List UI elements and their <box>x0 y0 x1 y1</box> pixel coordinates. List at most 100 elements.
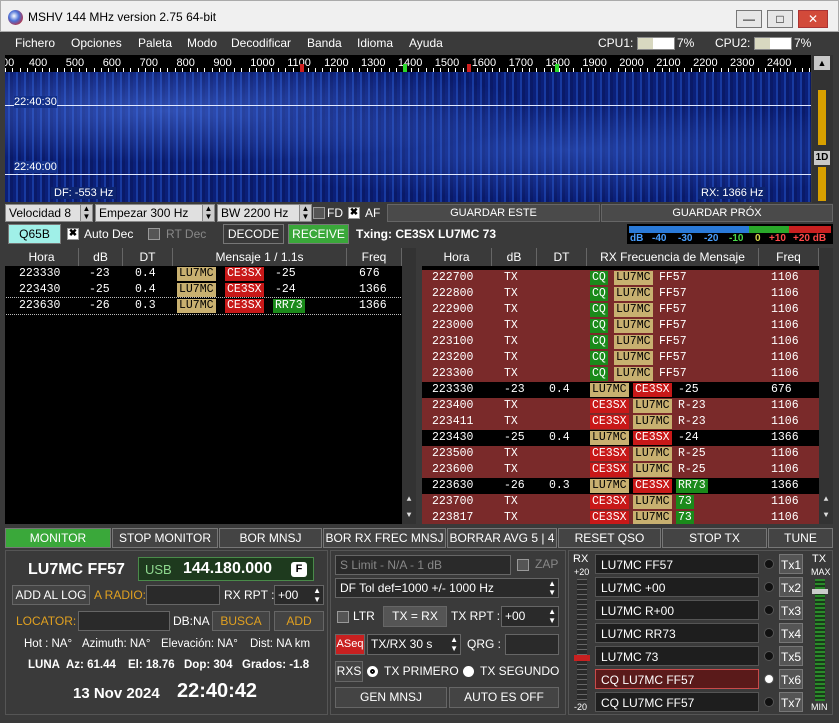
bw-spinner[interactable]: BW 2200 Hz ▲ ▼ <box>217 204 312 222</box>
tx-button-6[interactable]: Tx6 <box>779 669 803 689</box>
rx-frequency-table[interactable]: Hora dB DT RX Frecuencia de Mensaje Freq… <box>422 248 833 524</box>
tx-button-4[interactable]: Tx4 <box>779 623 803 643</box>
col-freq[interactable]: Freq <box>347 248 402 266</box>
table-row[interactable]: 223300 TX CQ LU7MC FF57 1106 <box>422 366 819 382</box>
left-table-scrollbar[interactable]: ▲ ▼ <box>402 248 416 524</box>
txrx-period-spinner[interactable]: TX/RX 30 s ▲ ▼ <box>367 634 461 655</box>
ltr-checkbox[interactable] <box>337 611 349 623</box>
col-db[interactable]: dB <box>492 248 537 266</box>
tx-segundo-radio[interactable] <box>463 666 474 677</box>
af-checkbox[interactable]: ✖ <box>348 207 360 219</box>
tx-button-3[interactable]: Tx3 <box>779 600 803 620</box>
menu-opciones[interactable]: Opciones <box>71 36 122 50</box>
scroll-up-icon[interactable]: ▲ <box>820 494 832 506</box>
tx-message-field[interactable]: LU7MC R+00 <box>595 600 759 620</box>
reset-qso-button[interactable]: RESET QSO <box>558 528 661 548</box>
menu-modo[interactable]: Modo <box>187 36 217 50</box>
tx-message-field[interactable]: LU7MC RR73 <box>595 623 759 643</box>
tx-button-7[interactable]: Tx7 <box>779 692 803 712</box>
add-log-button[interactable]: ADD AL LOG <box>12 585 90 605</box>
table-row[interactable]: 223411 TX CE3SX LU7MC R-23 1106 <box>422 414 819 430</box>
col-hora[interactable]: Hora <box>422 248 492 266</box>
tx-message-field[interactable]: CQ LU7MC FF57 <box>595 692 759 712</box>
waterfall-display[interactable]: 22:40:30 22:40:00 DF: -553 Hz RX: 1366 H… <box>5 72 811 202</box>
guardar-prox-button[interactable]: GUARDAR PRÓX <box>601 204 833 222</box>
tx-select-radio[interactable] <box>764 651 774 661</box>
col-hora[interactable]: Hora <box>5 248 79 266</box>
tx-level-slider[interactable] <box>812 589 828 594</box>
level-bar[interactable] <box>818 167 826 201</box>
scroll-down-icon[interactable]: ▼ <box>403 510 415 522</box>
menu-decodificar[interactable]: Decodificar <box>231 36 291 50</box>
locator-field[interactable] <box>78 611 170 631</box>
table-row[interactable]: 223330 -23 0.4 LU7MC CE3SX -25 676 <box>422 382 819 398</box>
tx-select-radio[interactable] <box>764 674 774 684</box>
spinner-arrows-icon[interactable]: ▲ ▼ <box>299 205 311 221</box>
gen-mnsj-button[interactable]: GEN MNSJ <box>335 687 447 708</box>
tx-message-field[interactable]: LU7MC +00 <box>595 577 759 597</box>
menu-idioma[interactable]: Idioma <box>357 36 393 50</box>
empezar-spinner[interactable]: Empezar 300 Hz ▲ ▼ <box>95 204 215 222</box>
table-row[interactable]: 223630 -26 0.3 LU7MC CE3SX RR73 1366 <box>422 478 819 494</box>
table-row[interactable]: 223430 -25 0.4 LU7MC CE3SX -24 1366 <box>422 430 819 446</box>
spinner-arrows-icon[interactable]: ▲ ▼ <box>548 607 556 625</box>
tune-button[interactable]: TUNE <box>768 528 833 548</box>
scroll-down-icon[interactable]: ▼ <box>820 510 832 522</box>
rx-level-marker[interactable] <box>574 655 590 661</box>
col-mensaje[interactable]: Mensaje 1 / 1.1s <box>173 248 347 266</box>
receive-button[interactable]: RECEIVE <box>288 224 349 244</box>
table-row[interactable]: 223000 TX CQ LU7MC FF57 1106 <box>422 318 819 334</box>
col-dt[interactable]: DT <box>537 248 587 266</box>
fd-checkbox[interactable] <box>313 207 325 219</box>
rxs-button[interactable]: RXS <box>335 661 363 682</box>
maximize-button[interactable]: □ <box>767 10 793 28</box>
tx-message-field[interactable]: LU7MC 73 <box>595 646 759 666</box>
tx-select-radio[interactable] <box>764 605 774 615</box>
table-row[interactable]: 223600 TX CE3SX LU7MC R-25 1106 <box>422 462 819 478</box>
table-row[interactable]: 223500 TX CE3SX LU7MC R-25 1106 <box>422 446 819 462</box>
auto-dec-checkbox[interactable]: ✖ <box>67 228 79 240</box>
velocidad-spinner[interactable]: Velocidad 8 ▲ ▼ <box>5 204 93 222</box>
tx-select-radio[interactable] <box>764 582 774 592</box>
zap-checkbox[interactable] <box>517 559 529 571</box>
auto-es-off-button[interactable]: AUTO ES OFF <box>449 687 559 708</box>
table-row[interactable]: 223400 TX CE3SX LU7MC R-23 1106 <box>422 398 819 414</box>
stop-tx-button[interactable]: STOP TX <box>662 528 767 548</box>
table-row[interactable]: 223330 -23 0.4 LU7MC CE3SX -25 676 <box>5 266 402 282</box>
col-mensaje[interactable]: RX Frecuencia de Mensaje <box>587 248 759 266</box>
add-button[interactable]: ADD <box>274 611 324 631</box>
frequency-ruler[interactable]: 00 400 500 600 700 800 900 1000 1100 1200 1300 1400… <box>5 55 811 72</box>
qrg-field[interactable] <box>505 634 559 655</box>
tx-select-radio[interactable] <box>764 697 774 707</box>
mode-1d-icon[interactable]: 1D <box>814 151 830 165</box>
table-row[interactable]: 223430 -25 0.4 LU7MC CE3SX -24 1366 <box>5 282 402 298</box>
waterfall-side-controls[interactable]: ▲ 1D <box>812 55 833 203</box>
a-radio-field[interactable] <box>146 585 220 605</box>
table-row[interactable]: 222700 TX CQ LU7MC FF57 1106 <box>422 270 819 286</box>
tx-select-radio[interactable] <box>764 559 774 569</box>
level-bar[interactable] <box>818 90 826 145</box>
table-row[interactable]: 223700 TX CE3SX LU7MC 73 1106 <box>422 494 819 510</box>
col-dt[interactable]: DT <box>123 248 173 266</box>
menu-banda[interactable]: Banda <box>307 36 342 50</box>
tx-button-5[interactable]: Tx5 <box>779 646 803 666</box>
minimize-button[interactable]: — <box>736 10 762 28</box>
tx-button-1[interactable]: Tx1 <box>779 554 803 574</box>
guardar-este-button[interactable]: GUARDAR ESTE <box>387 204 600 222</box>
table-row[interactable]: 222900 TX CQ LU7MC FF57 1106 <box>422 302 819 318</box>
band-activity-table[interactable]: Hora dB DT Mensaje 1 / 1.1s Freq 223330 -… <box>5 248 416 524</box>
s-limit-spinner[interactable]: S Limit - N/A - 1 dB <box>335 555 511 575</box>
spinner-arrows-icon[interactable]: ▲ ▼ <box>202 205 214 221</box>
table-row[interactable]: 223630 -26 0.3 LU7MC CE3SX RR73 1366 <box>5 297 403 315</box>
table-row[interactable]: 223817 TX CE3SX LU7MC 73 1106 <box>422 510 819 524</box>
mode-q65b-button[interactable]: Q65B <box>8 224 61 244</box>
rx-rpt-spinner[interactable]: +00 ▲ ▼ <box>274 585 324 605</box>
decode-button[interactable]: DECODE <box>223 224 284 244</box>
scroll-up-icon[interactable]: ▲ <box>814 56 830 70</box>
col-freq[interactable]: Freq <box>759 248 819 266</box>
df-tol-spinner[interactable]: DF Tol def=1000 +/- 1000 Hz ▲ ▼ <box>335 578 559 598</box>
tx-primero-radio[interactable] <box>367 666 378 677</box>
monitor-button[interactable]: MONITOR <box>5 528 111 548</box>
menu-ayuda[interactable]: Ayuda <box>409 36 443 50</box>
borrar-avg-button[interactable]: BORRAR AVG 5 | 4 <box>447 528 557 548</box>
